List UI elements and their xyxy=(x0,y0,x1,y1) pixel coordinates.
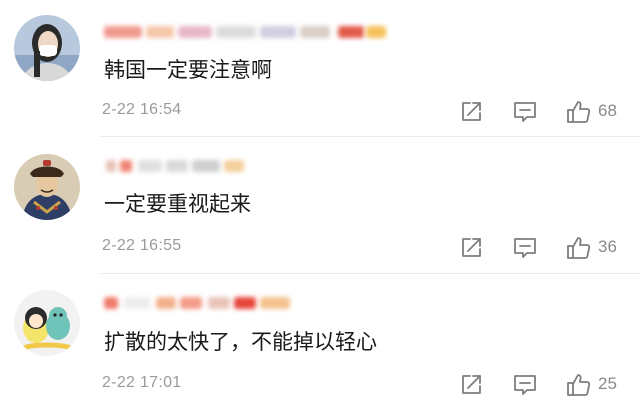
comment-timestamp: 2-22 16:55 xyxy=(102,237,182,254)
share-icon[interactable] xyxy=(458,235,484,261)
avatar[interactable] xyxy=(14,290,80,356)
comment-text: 一定要重视起来 xyxy=(104,192,251,216)
thumbs-up-icon[interactable] xyxy=(566,235,592,261)
comment-meta: 2-22 16:55 36 xyxy=(0,235,640,261)
username[interactable] xyxy=(104,20,394,44)
thumbs-up-icon[interactable] xyxy=(566,99,592,125)
comment-item: 一定要重视起来 2-22 16:55 36 xyxy=(0,137,640,274)
comment-icon[interactable] xyxy=(512,372,538,398)
avatar[interactable] xyxy=(14,154,80,220)
comment-text: 韩国一定要注意啊 xyxy=(104,58,272,82)
like-count: 36 xyxy=(598,237,617,256)
comment-item: 扩散的太快了，不能掉以轻心 2-22 17:01 25 xyxy=(0,274,640,409)
thumbs-up-icon[interactable] xyxy=(566,372,592,398)
share-icon[interactable] xyxy=(458,99,484,125)
comment-meta: 2-22 17:01 25 xyxy=(0,372,640,398)
like-count: 68 xyxy=(598,101,617,120)
username[interactable] xyxy=(104,291,394,315)
comment-timestamp: 2-22 16:54 xyxy=(102,101,182,118)
comment-icon[interactable] xyxy=(512,99,538,125)
like-count: 25 xyxy=(598,374,617,393)
comment-meta: 2-22 16:54 68 xyxy=(0,99,640,125)
share-icon[interactable] xyxy=(458,372,484,398)
comment-icon[interactable] xyxy=(512,235,538,261)
username[interactable] xyxy=(104,154,394,178)
comment-item: 韩国一定要注意啊 2-22 16:54 68 xyxy=(0,0,640,137)
comment-text: 扩散的太快了，不能掉以轻心 xyxy=(104,330,377,354)
avatar[interactable] xyxy=(14,15,80,81)
comment-timestamp: 2-22 17:01 xyxy=(102,374,182,391)
